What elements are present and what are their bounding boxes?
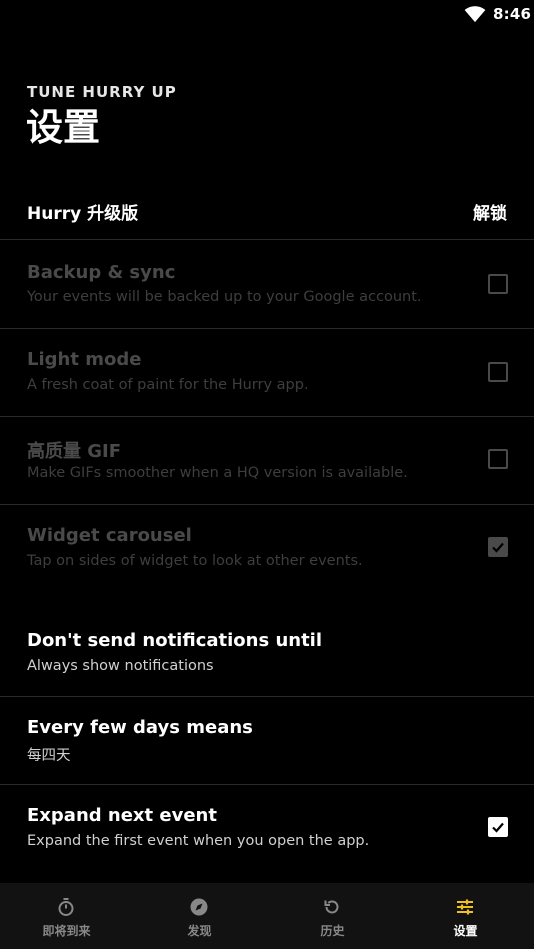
page-title: 设置 [26,106,100,149]
setting-description: A fresh coat of paint for the Hurry app. [27,377,309,393]
hq-gif-checkbox[interactable] [488,449,508,469]
compass-icon [190,898,208,916]
upgrade-row[interactable]: Hurry 升级版 解锁 [0,186,534,240]
check-icon [492,822,504,833]
setting-description: Always show notifications [27,658,214,674]
status-bar: 8:46 [0,0,534,30]
setting-backup-sync[interactable]: Backup & sync Your events will be backed… [0,241,534,329]
nav-discover[interactable]: 发现 [133,883,266,949]
setting-hq-gif[interactable]: 高质量 GIF Make GIFs smoother when a HQ ver… [0,417,534,505]
setting-notifications-until[interactable]: Don't send notifications until Always sh… [0,610,534,697]
wifi-icon [464,6,486,23]
upgrade-label: Hurry 升级版 [27,204,139,224]
sliders-icon [457,899,473,915]
setting-light-mode[interactable]: Light mode A fresh coat of paint for the… [0,329,534,417]
nav-label: 设置 [453,924,478,938]
unlock-button[interactable]: 解锁 [473,199,507,224]
setting-every-few-days[interactable]: Every few days means 每四天 [0,697,534,785]
page-subtitle: TUNE HURRY UP [27,83,177,101]
bottom-navigation: 即将到来 发现 历史 设置 [0,883,534,949]
stopwatch-icon [58,898,74,916]
setting-title: Don't send notifications until [27,630,323,651]
setting-description: 每四天 [27,748,71,764]
setting-title: Expand next event [27,805,217,826]
nav-history[interactable]: 历史 [266,883,399,949]
nav-settings[interactable]: 设置 [399,883,532,949]
nav-label: 即将到来 [42,924,91,938]
setting-title: Every few days means [27,717,253,738]
widget-carousel-checkbox[interactable] [488,537,508,557]
setting-title: 高质量 GIF [27,441,122,462]
setting-title: Light mode [27,349,142,370]
backup-sync-checkbox[interactable] [488,274,508,294]
expand-next-event-checkbox[interactable] [488,817,508,837]
setting-expand-next-event[interactable]: Expand next event Expand the first event… [0,785,534,873]
status-time: 8:46 [493,5,532,23]
setting-title: Widget carousel [27,525,192,546]
nav-upcoming[interactable]: 即将到来 [0,883,133,949]
setting-description: Tap on sides of widget to look at other … [27,553,363,569]
light-mode-checkbox[interactable] [488,362,508,382]
check-icon [492,542,504,553]
history-icon [324,900,339,914]
setting-description: Your events will be backed up to your Go… [27,289,422,305]
setting-description: Make GIFs smoother when a HQ version is … [27,465,408,481]
setting-title: Backup & sync [27,262,176,283]
setting-widget-carousel[interactable]: Widget carousel Tap on sides of widget t… [0,505,534,593]
nav-label: 历史 [320,924,345,938]
setting-description: Expand the first event when you open the… [27,833,370,849]
nav-label: 发现 [187,924,212,938]
